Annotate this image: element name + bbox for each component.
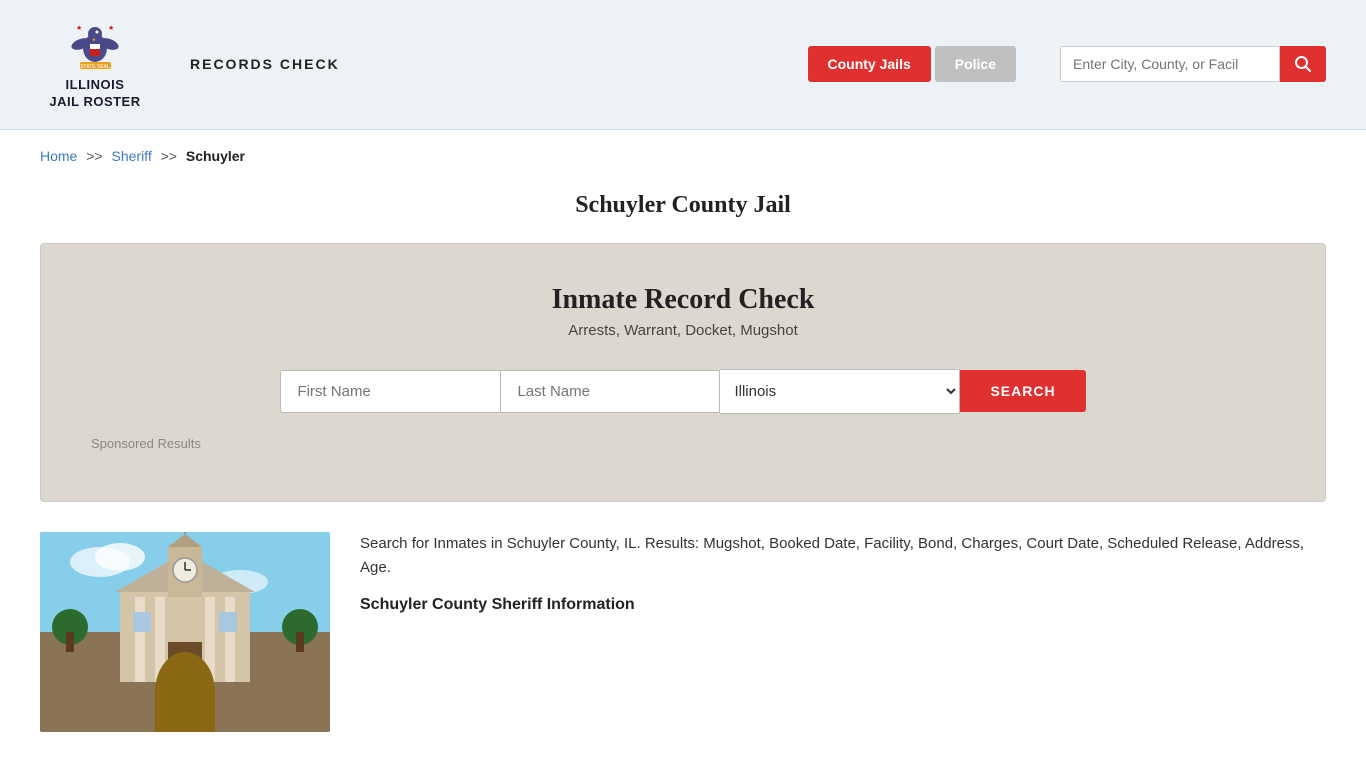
header-search-button[interactable] <box>1280 46 1326 82</box>
svg-text:★: ★ <box>76 24 82 32</box>
inmate-record-title: Inmate Record Check <box>91 284 1275 316</box>
first-name-input[interactable] <box>280 370 500 413</box>
description-paragraph: Search for Inmates in Schuyler County, I… <box>360 532 1326 580</box>
breadcrumb-home[interactable]: Home <box>40 148 77 164</box>
last-name-input[interactable] <box>500 370 720 413</box>
page-title: Schuyler County Jail <box>0 192 1366 219</box>
nav-buttons: County Jails Police <box>808 46 1017 82</box>
breadcrumb-current: Schuyler <box>186 148 245 164</box>
svg-text:★: ★ <box>108 24 114 32</box>
sponsored-results-label: Sponsored Results <box>91 436 1275 451</box>
inmate-record-subtitle: Arrests, Warrant, Docket, Mugshot <box>91 322 1275 339</box>
inmate-search-form: AlabamaAlaskaArizonaArkansasCaliforniaCo… <box>91 369 1275 414</box>
state-select[interactable]: AlabamaAlaskaArizonaArkansasCaliforniaCo… <box>720 369 960 414</box>
inmate-record-box: Inmate Record Check Arrests, Warrant, Do… <box>40 243 1326 502</box>
breadcrumb-sep2: >> <box>161 148 177 164</box>
svg-text:STATE SEAL: STATE SEAL <box>80 64 110 70</box>
search-button[interactable]: SEARCH <box>960 370 1085 412</box>
sheriff-info-title: Schuyler County Sheriff Information <box>360 592 1326 618</box>
facility-image <box>40 532 330 732</box>
bottom-section: Search for Inmates in Schuyler County, I… <box>0 532 1366 772</box>
records-check-label: RECORDS CHECK <box>190 56 340 72</box>
breadcrumb-sheriff[interactable]: Sheriff <box>112 148 152 164</box>
illinois-seal-icon: ★ ★ STATE SEAL <box>68 18 123 73</box>
logo-text: ILLINOIS JAIL ROSTER <box>49 77 140 111</box>
county-jails-button[interactable]: County Jails <box>808 46 931 82</box>
breadcrumb-sep1: >> <box>86 148 102 164</box>
logo-area: ★ ★ STATE SEAL ILLINOIS JAIL ROSTER <box>40 18 150 111</box>
header: ★ ★ STATE SEAL ILLINOIS JAIL ROSTER RECO… <box>0 0 1366 130</box>
description-text: Search for Inmates in Schuyler County, I… <box>360 532 1326 732</box>
police-button[interactable]: Police <box>935 46 1016 82</box>
search-icon <box>1294 55 1312 73</box>
header-search-bar <box>1060 46 1326 82</box>
breadcrumb: Home >> Sheriff >> Schuyler <box>0 130 1366 174</box>
header-search-input[interactable] <box>1060 46 1280 82</box>
